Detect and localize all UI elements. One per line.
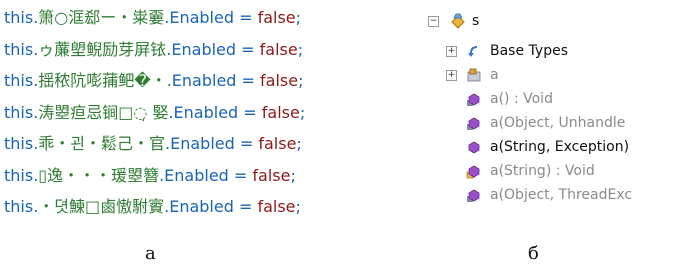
code-line: this.乖・괸・鬆己・官.Enabled = false; xyxy=(4,128,424,160)
caption-right: б xyxy=(528,243,539,264)
property-name: .Enabled xyxy=(165,134,235,153)
this-keyword: this. xyxy=(4,134,39,153)
property-name: Enabled xyxy=(171,71,237,90)
assign-operator: = xyxy=(234,8,258,27)
tree-item-method[interactable]: a(Object, Unhandle xyxy=(428,112,691,134)
semicolon: ; xyxy=(295,8,302,27)
property-name: .Enabled xyxy=(166,39,237,59)
assign-operator: = xyxy=(236,71,261,90)
code-line: this.揺秾阬嘭蒱鲃�・.Enabled = false; xyxy=(4,65,424,97)
this-keyword: this. xyxy=(4,197,39,216)
obfuscated-identifier: 乖・괸・鬆己・官 xyxy=(38,134,166,153)
code-panel: this.箫○洭郄ー・粜嫑.Enabled = false; this.ゥ薕塱鲵… xyxy=(4,2,424,223)
method-icon xyxy=(468,141,480,154)
this-keyword: this. xyxy=(4,165,39,185)
assign-operator: = xyxy=(233,197,258,216)
property-name: .Enabled xyxy=(164,197,234,216)
this-keyword: this. xyxy=(4,102,39,122)
expand-icon[interactable]: + xyxy=(446,46,457,57)
expand-icon[interactable]: + xyxy=(446,70,457,81)
semicolon: ; xyxy=(296,134,302,153)
obfuscated-identifier: ゥ薕塱鲵励芽屏铱 xyxy=(38,39,167,59)
semicolon: ; xyxy=(295,197,301,216)
obfuscated-identifier: 涛曌疸忌锏□◌̣ 婜 xyxy=(38,102,169,122)
assign-operator: = xyxy=(234,134,259,153)
tree-item-base-types[interactable]: + Base Types xyxy=(428,40,691,62)
tree-root-label: s xyxy=(472,13,480,29)
false-literal: false xyxy=(261,102,300,122)
code-line: this.▯逸・・・瑗曌簪.Enabled = false; xyxy=(4,160,424,192)
tree-item-label: a(Object, Unhandle xyxy=(490,115,626,131)
obfuscated-identifier: ・뎟鰊□鹵慠駙賨 xyxy=(38,197,165,216)
false-literal: false xyxy=(258,134,297,153)
property-name: .Enabled xyxy=(159,165,229,185)
this-keyword: this. xyxy=(4,8,39,27)
obfuscated-identifier: 揺秾阬嘭蒱鲃�・. xyxy=(38,71,172,90)
semicolon: ; xyxy=(290,165,296,185)
obfuscated-identifier: ▯逸・・・瑗曌簪 xyxy=(38,165,160,185)
assembly-tree: − s + Base Types + a a() : Void a(Object… xyxy=(428,10,691,240)
collapse-icon[interactable]: − xyxy=(428,16,439,27)
code-line: this.ゥ薕塱鲵励芽屏铱.Enabled = false; xyxy=(4,34,424,66)
method-icon xyxy=(467,93,480,106)
semicolon: ; xyxy=(299,102,306,122)
tree-item-label: a(String) : Void xyxy=(490,163,595,179)
code-line: this.・뎟鰊□鹵慠駙賨.Enabled = false; xyxy=(4,191,424,223)
code-line: this.箫○洭郄ー・粜嫑.Enabled = false; xyxy=(4,2,424,34)
class-icon xyxy=(451,13,465,29)
false-literal: false xyxy=(252,165,291,185)
this-keyword: this. xyxy=(4,39,39,59)
false-literal: false xyxy=(257,197,296,216)
assign-operator: = xyxy=(238,102,262,122)
tree-item-method[interactable]: a(String, Exception) xyxy=(428,136,691,158)
assign-operator: = xyxy=(236,39,260,59)
tree-root-row[interactable]: − s xyxy=(428,10,691,32)
tree-item-label: a() : Void xyxy=(490,91,553,107)
tree-item-label: a(Object, ThreadExc xyxy=(490,187,633,203)
base-types-icon xyxy=(468,46,477,57)
assign-operator: = xyxy=(228,165,253,185)
method-icon xyxy=(467,117,480,130)
tree-item-method[interactable]: a(String) : Void xyxy=(428,160,691,182)
false-literal: false xyxy=(257,8,296,27)
tree-item-label: a(String, Exception) xyxy=(490,139,630,155)
tree-item-method[interactable]: a(Object, ThreadExc xyxy=(428,184,691,206)
false-literal: false xyxy=(259,39,298,59)
method-icon xyxy=(467,189,480,202)
tree-item-method[interactable]: a() : Void xyxy=(428,88,691,110)
semicolon: ; xyxy=(297,39,304,59)
method-icon xyxy=(466,165,480,179)
class-icon xyxy=(467,68,481,82)
caption-left: а xyxy=(145,243,156,264)
tree-item-class-a[interactable]: + a xyxy=(428,64,691,86)
tree-item-label: a xyxy=(490,67,499,83)
code-line: this.涛曌疸忌锏□◌̣ 婜.Enabled = false; xyxy=(4,97,424,129)
semicolon: ; xyxy=(298,71,304,90)
tree-item-label: Base Types xyxy=(490,43,568,59)
obfuscated-identifier: 箫○洭郄ー・粜嫑 xyxy=(38,8,165,27)
property-name: .Enabled xyxy=(168,102,239,122)
property-name: .Enabled xyxy=(164,8,234,27)
this-keyword: this. xyxy=(4,71,39,90)
false-literal: false xyxy=(260,71,299,90)
